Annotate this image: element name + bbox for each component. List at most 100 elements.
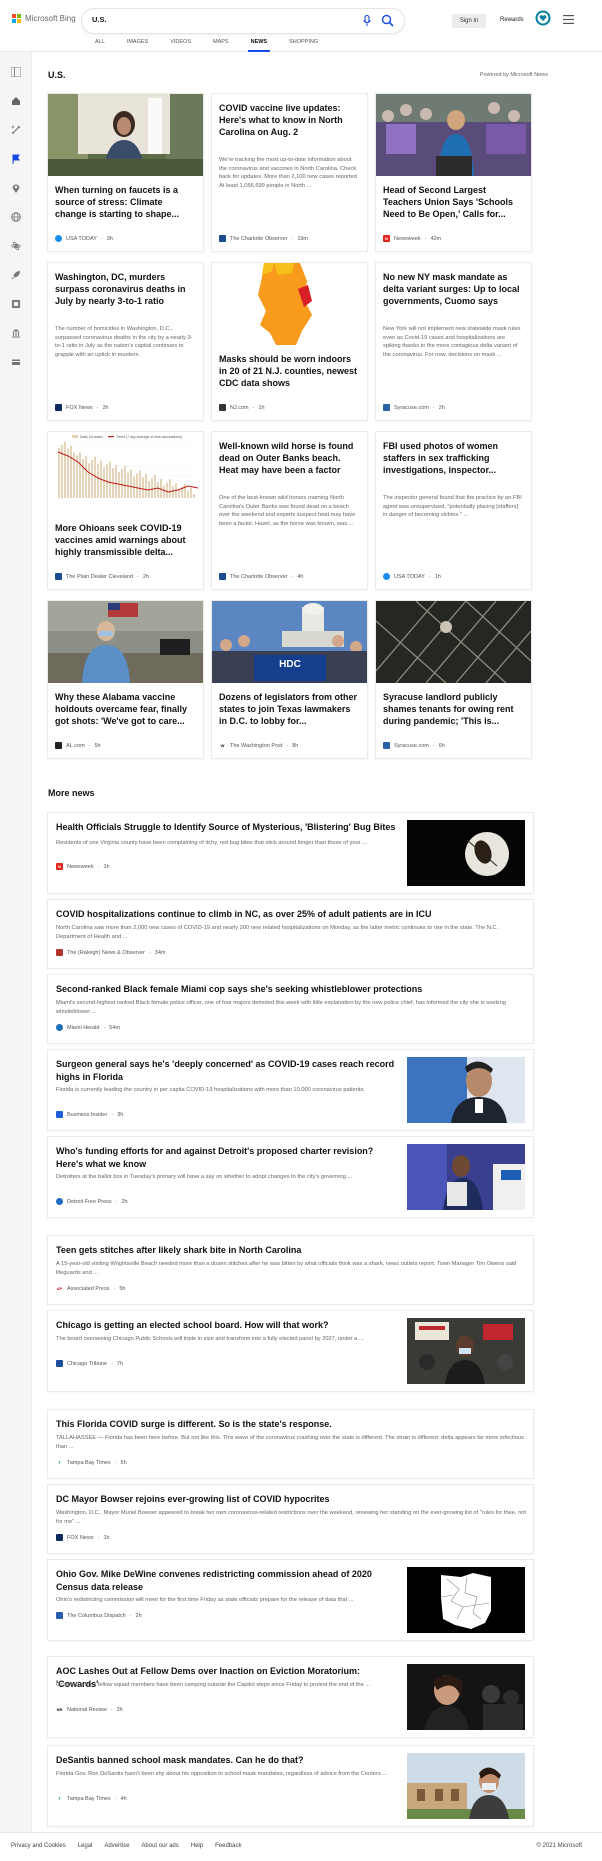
footer-link-advertise[interactable]: Advertise bbox=[104, 1843, 129, 1849]
bank-icon[interactable] bbox=[11, 328, 21, 338]
footer-link-about-ads[interactable]: About our ads bbox=[141, 1843, 178, 1849]
rewards-medal-icon[interactable] bbox=[535, 10, 551, 26]
news-row[interactable]: Ohio Gov. Mike DeWine convenes redistric… bbox=[48, 1560, 533, 1640]
search-input[interactable]: U.S. bbox=[92, 15, 107, 24]
sign-in-button[interactable]: Sign in bbox=[452, 14, 486, 28]
home-icon[interactable] bbox=[11, 96, 21, 106]
row-title[interactable]: This Florida COVID surge is different. S… bbox=[56, 1418, 526, 1431]
footer-link-privacy[interactable]: Privacy and Cookies bbox=[11, 1843, 66, 1849]
row-title[interactable]: Health Officials Struggle to Identify So… bbox=[56, 821, 401, 834]
card-source[interactable]: The Charlotte Observer · 19m bbox=[219, 235, 308, 242]
tab-shopping[interactable]: SHOPPING bbox=[278, 37, 329, 47]
news-card[interactable]: No new NY mask mandate as delta variant … bbox=[376, 263, 531, 420]
hamburger-menu-icon[interactable] bbox=[563, 15, 574, 24]
card-source[interactable]: Syracuse.com · 2h bbox=[383, 404, 445, 411]
card-title[interactable]: FBI used photos of women staffers in sex… bbox=[383, 440, 523, 476]
row-source[interactable]: The Columbus Dispatch · 2h bbox=[56, 1612, 142, 1619]
tab-news[interactable]: NEWS bbox=[240, 37, 279, 52]
row-title[interactable]: Ohio Gov. Mike DeWine convenes redistric… bbox=[56, 1568, 401, 1593]
news-row[interactable]: DeSantis banned school mask mandates. Ca… bbox=[48, 1746, 533, 1826]
news-row[interactable]: Who's funding efforts for and against De… bbox=[48, 1137, 533, 1217]
news-card[interactable]: Head of Second Largest Teachers Union Sa… bbox=[376, 94, 531, 251]
card-title[interactable]: Dozens of legislators from other states … bbox=[219, 691, 359, 727]
row-title[interactable]: COVID hospitalizations continue to climb… bbox=[56, 908, 526, 921]
card-title[interactable]: Masks should be worn indoors in 20 of 21… bbox=[219, 353, 359, 389]
news-card[interactable]: Masks should be worn indoors in 20 of 21… bbox=[212, 263, 367, 420]
footer-link-feedback[interactable]: Feedback bbox=[215, 1843, 241, 1849]
card-source[interactable]: AL.com · 5h bbox=[55, 742, 101, 749]
card-source[interactable]: N Newsweek · 42m bbox=[383, 235, 441, 242]
news-card[interactable]: Daily 2d doses Trend (7 day average of ne… bbox=[48, 432, 203, 589]
search-box[interactable]: U.S. bbox=[82, 9, 404, 33]
card-source[interactable]: USA TODAY · 1h bbox=[383, 573, 441, 580]
tab-videos[interactable]: VIDEOS bbox=[159, 37, 202, 47]
news-row[interactable]: Teen gets stitches after likely shark bi… bbox=[48, 1236, 533, 1304]
card-title[interactable]: COVID vaccine live updates: Here's what … bbox=[219, 102, 359, 138]
card-title[interactable]: Well-known wild horse is found dead on O… bbox=[219, 440, 359, 476]
news-card[interactable]: Washington, DC, murders surpass coronavi… bbox=[48, 263, 203, 420]
news-row[interactable]: Chicago is getting an elected school boa… bbox=[48, 1311, 533, 1391]
tab-all[interactable]: ALL bbox=[84, 37, 116, 47]
row-title[interactable]: Teen gets stitches after likely shark bi… bbox=[56, 1244, 526, 1257]
news-row[interactable]: Health Officials Struggle to Identify So… bbox=[48, 813, 533, 893]
globe-icon[interactable] bbox=[11, 212, 21, 222]
card-source[interactable]: Syracuse.com · 6h bbox=[383, 742, 445, 749]
science-icon[interactable] bbox=[11, 241, 21, 251]
row-source[interactable]: Miami Herald · 54m bbox=[56, 1024, 120, 1031]
news-card[interactable]: Syracuse landlord publicly shames tenant… bbox=[376, 601, 531, 758]
rewards-label[interactable]: Rewards bbox=[500, 17, 524, 23]
film-icon[interactable] bbox=[11, 299, 21, 309]
card-title[interactable]: More Ohioans seek COVID-19 vaccines amid… bbox=[55, 522, 195, 558]
card-source[interactable]: NJ.com · 1h bbox=[219, 404, 265, 411]
card-source[interactable]: The Plain Dealer Cleveland · 2h bbox=[55, 573, 149, 580]
footer-link-legal[interactable]: Legal bbox=[78, 1843, 93, 1849]
location-icon[interactable] bbox=[11, 183, 21, 193]
tab-maps[interactable]: MAPS bbox=[202, 37, 240, 47]
card-source[interactable]: The Charlotte Observer · 4h bbox=[219, 573, 303, 580]
gaming-icon[interactable] bbox=[11, 125, 21, 135]
row-title[interactable]: Who's funding efforts for and against De… bbox=[56, 1145, 401, 1170]
row-source[interactable]: NR National Review · 3h bbox=[56, 1706, 123, 1713]
news-row[interactable]: Surgeon general says he's 'deeply concer… bbox=[48, 1050, 533, 1130]
row-title[interactable]: DC Mayor Bowser rejoins ever-growing lis… bbox=[56, 1493, 526, 1506]
row-source[interactable]: N Newsweek · 1h bbox=[56, 863, 110, 870]
news-row[interactable]: This Florida COVID surge is different. S… bbox=[48, 1410, 533, 1478]
powered-by-label[interactable]: Powered by Microsoft News bbox=[480, 72, 548, 78]
bing-logo[interactable]: Microsoft Bing bbox=[12, 14, 76, 23]
search-icon[interactable] bbox=[381, 14, 394, 27]
microphone-icon[interactable] bbox=[362, 15, 372, 27]
rocket-icon[interactable] bbox=[11, 270, 21, 280]
tab-images[interactable]: IMAGES bbox=[116, 37, 159, 47]
news-row[interactable]: Second-ranked Black female Miami cop say… bbox=[48, 975, 533, 1043]
collapse-icon[interactable] bbox=[11, 67, 21, 77]
card-title[interactable]: When turning on faucets is a source of s… bbox=[55, 184, 195, 220]
wallet-icon[interactable] bbox=[11, 357, 21, 367]
row-source[interactable]: The (Raleigh) News & Observer · 34m bbox=[56, 949, 166, 956]
row-source[interactable]: AP Associated Press · 5h bbox=[56, 1285, 125, 1292]
card-source[interactable]: W The Washington Post · 8h bbox=[219, 742, 298, 749]
news-card[interactable]: When turning on faucets is a source of s… bbox=[48, 94, 203, 251]
row-title[interactable]: DeSantis banned school mask mandates. Ca… bbox=[56, 1754, 401, 1767]
news-card[interactable]: Why these Alabama vaccine holdouts overc… bbox=[48, 601, 203, 758]
row-source[interactable]: T Tampa Bay Times · 4h bbox=[56, 1795, 127, 1802]
footer-link-help[interactable]: Help bbox=[191, 1843, 203, 1849]
row-title[interactable]: Surgeon general says he's 'deeply concer… bbox=[56, 1058, 401, 1083]
card-title[interactable]: Why these Alabama vaccine holdouts overc… bbox=[55, 691, 195, 727]
card-title[interactable]: No new NY mask mandate as delta variant … bbox=[383, 271, 523, 307]
news-row[interactable]: COVID hospitalizations continue to climb… bbox=[48, 900, 533, 968]
row-source[interactable]: T Tampa Bay Times · 5h bbox=[56, 1459, 127, 1466]
row-source[interactable]: FOX News · 1h bbox=[56, 1534, 110, 1541]
row-title[interactable]: Second-ranked Black female Miami cop say… bbox=[56, 983, 526, 996]
news-row[interactable]: DC Mayor Bowser rejoins ever-growing lis… bbox=[48, 1485, 533, 1553]
card-title[interactable]: Washington, DC, murders surpass coronavi… bbox=[55, 271, 195, 307]
card-title[interactable]: Syracuse landlord publicly shames tenant… bbox=[383, 691, 523, 727]
news-row[interactable]: AOC Lashes Out at Fellow Dems over Inact… bbox=[48, 1657, 533, 1737]
row-source[interactable]: Chicago Tribune · 7h bbox=[56, 1360, 123, 1367]
row-source[interactable]: Detroit Free Press · 2h bbox=[56, 1198, 128, 1205]
flag-icon[interactable] bbox=[11, 154, 21, 164]
card-source[interactable]: USA TODAY · 3h bbox=[55, 235, 113, 242]
news-card[interactable]: FBI used photos of women staffers in sex… bbox=[376, 432, 531, 589]
news-card[interactable]: Well-known wild horse is found dead on O… bbox=[212, 432, 367, 589]
card-source[interactable]: FOX News · 2h bbox=[55, 404, 109, 411]
news-card[interactable]: HDC Dozens of legislators from other sta… bbox=[212, 601, 367, 758]
